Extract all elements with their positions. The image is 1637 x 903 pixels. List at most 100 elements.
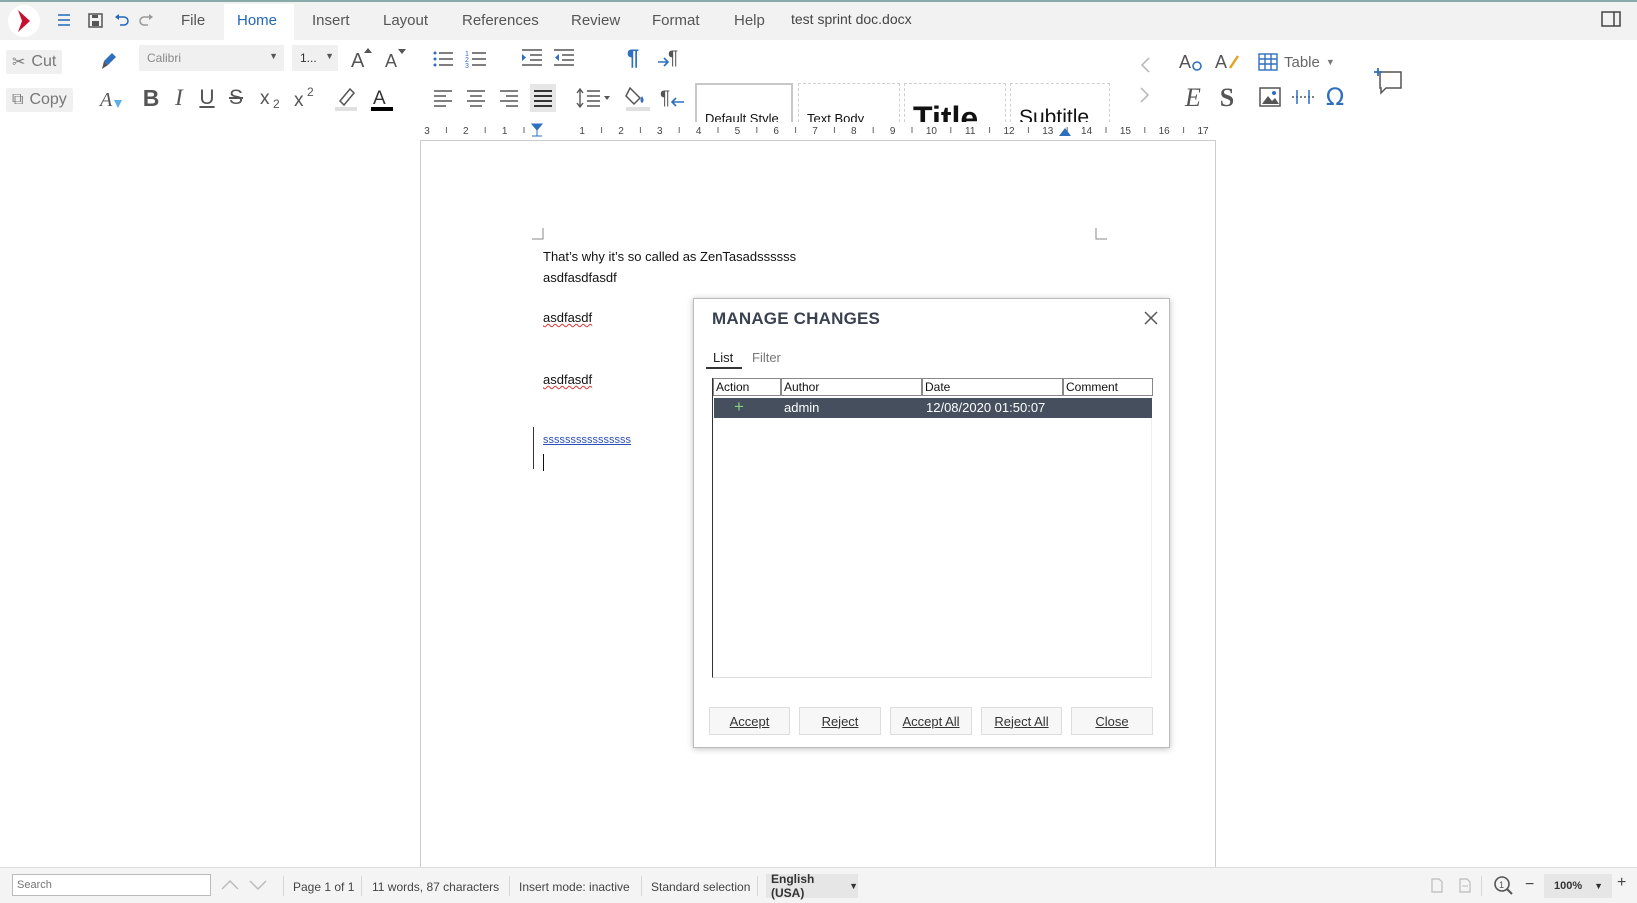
- document-paragraph-4[interactable]: asdfasdf: [543, 372, 592, 387]
- undo-icon[interactable]: [114, 13, 129, 27]
- column-header-action[interactable]: Action: [713, 378, 781, 396]
- font-size-select[interactable]: 1... ▼: [292, 45, 338, 71]
- hamburger-menu-icon[interactable]: [57, 13, 71, 27]
- svg-text:2: 2: [273, 97, 280, 110]
- insert-mode-status[interactable]: Insert mode: inactive: [519, 880, 630, 894]
- redo-icon[interactable]: [139, 13, 154, 27]
- selection-mode-status[interactable]: Standard selection: [651, 880, 750, 894]
- underline-icon[interactable]: U: [196, 85, 218, 111]
- document-paragraph-5-inserted[interactable]: ssssssssssssssss: [543, 434, 631, 446]
- svg-text:¶: ¶: [660, 88, 670, 109]
- emphasis-style-icon[interactable]: E: [1180, 83, 1206, 112]
- column-header-comment[interactable]: Comment: [1063, 378, 1153, 396]
- chevron-right-icon[interactable]: [1136, 84, 1154, 106]
- sidebar-toggle-icon[interactable]: [1601, 11, 1621, 27]
- tab-list[interactable]: List: [713, 350, 733, 365]
- menu-tab-file[interactable]: File: [181, 12, 205, 29]
- line-spacing-icon[interactable]: [576, 85, 612, 111]
- menu-tab-insert[interactable]: Insert: [312, 12, 350, 29]
- bold-icon[interactable]: B: [140, 85, 162, 111]
- reject-all-button[interactable]: Reject All: [981, 707, 1062, 735]
- ruler-tick-label: 16: [1159, 126, 1171, 137]
- special-character-icon[interactable]: Ω: [1322, 83, 1348, 111]
- document-paragraph-3[interactable]: asdfasdf: [543, 310, 592, 325]
- accept-button[interactable]: Accept: [709, 707, 790, 735]
- changes-table[interactable]: Action Author Date Comment + admin 12/08…: [712, 378, 1153, 678]
- ruler-tick-label: 12: [1003, 126, 1015, 137]
- document-paragraph-2[interactable]: asdfasdfasdf: [543, 270, 617, 285]
- column-header-date[interactable]: Date: [922, 378, 1063, 396]
- copy-button[interactable]: ⧉ Copy: [6, 88, 73, 112]
- single-page-view-icon[interactable]: [1431, 878, 1443, 893]
- tab-filter[interactable]: Filter: [752, 350, 781, 365]
- table-row[interactable]: + admin 12/08/2020 01:50:07: [714, 397, 1152, 418]
- accept-all-button[interactable]: Accept All: [890, 707, 972, 735]
- insert-field-icon[interactable]: [1290, 84, 1316, 110]
- increase-indent-icon[interactable]: [521, 46, 543, 68]
- styles-edit-icon[interactable]: A: [1178, 50, 1204, 74]
- clear-formatting-icon[interactable]: A: [98, 87, 124, 111]
- insert-table-button[interactable]: Table ▼: [1258, 50, 1338, 74]
- search-previous-icon[interactable]: [220, 878, 240, 892]
- zoom-select[interactable]: 100% ▼: [1544, 874, 1612, 898]
- superscript-icon[interactable]: x2: [292, 85, 320, 111]
- app-logo[interactable]: [4, 4, 40, 38]
- reject-button[interactable]: Reject: [799, 707, 881, 735]
- column-header-author[interactable]: Author: [781, 378, 922, 396]
- menu-tab-references[interactable]: References: [462, 12, 539, 29]
- strong-style-icon[interactable]: S: [1214, 83, 1240, 112]
- menu-tab-home[interactable]: Home: [237, 12, 277, 29]
- shrink-font-icon[interactable]: A: [384, 45, 408, 71]
- multi-page-view-icon[interactable]: [1459, 878, 1471, 893]
- insertion-action-icon: +: [734, 397, 744, 416]
- ruler-tick-label: 8: [851, 126, 857, 137]
- save-icon[interactable]: [88, 13, 103, 28]
- decrease-indent-icon[interactable]: [553, 46, 575, 68]
- manage-changes-dialog: MANAGE CHANGES List Filter Action Author…: [693, 298, 1170, 748]
- ruler-tick-label: 3: [424, 126, 430, 137]
- align-left-icon[interactable]: [432, 85, 454, 111]
- chevron-left-icon[interactable]: [1136, 54, 1154, 76]
- cut-button[interactable]: ✂ Cut: [6, 50, 63, 74]
- ruler-tick-label: 17: [1197, 126, 1209, 137]
- language-value: English (USA): [771, 872, 815, 900]
- paragraph-background-icon[interactable]: [624, 84, 654, 112]
- horizontal-ruler[interactable]: 3 2 1 1 2 3 4 5 6 7 8 9 10 11 12 13 14 15 16 17: [420, 122, 1216, 138]
- search-next-icon[interactable]: [248, 878, 268, 892]
- bullet-list-icon[interactable]: [432, 48, 454, 70]
- text-direction-ltr-icon[interactable]: ¶: [656, 45, 684, 71]
- menu-tab-help[interactable]: Help: [734, 12, 765, 29]
- close-icon[interactable]: [1142, 309, 1160, 327]
- svg-text:2: 2: [307, 86, 314, 99]
- paragraph-text: asdfasdf: [543, 310, 593, 325]
- zoom-out-icon[interactable]: −: [1525, 876, 1534, 894]
- search-input[interactable]: [12, 874, 211, 896]
- subscript-icon[interactable]: x2: [258, 85, 286, 111]
- align-center-icon[interactable]: [465, 85, 487, 111]
- font-color-icon[interactable]: A: [368, 85, 396, 113]
- align-right-icon[interactable]: [498, 85, 520, 111]
- clone-formatting-icon[interactable]: [98, 50, 120, 72]
- numbered-list-icon[interactable]: 123: [465, 48, 487, 70]
- menu-tab-format[interactable]: Format: [652, 12, 700, 29]
- menu-tab-review[interactable]: Review: [571, 12, 620, 29]
- font-name-select[interactable]: Calibri ▼: [139, 45, 284, 71]
- language-select[interactable]: English (USA) ▼: [766, 872, 858, 900]
- style-update-icon[interactable]: A: [1214, 50, 1240, 74]
- paragraph-text: ssssssssssssssss: [543, 434, 631, 446]
- close-button[interactable]: Close: [1071, 707, 1153, 735]
- strikethrough-icon[interactable]: S: [226, 85, 246, 111]
- separator: [641, 876, 642, 896]
- zoom-page-icon[interactable]: 1: [1493, 875, 1513, 895]
- zoom-in-icon[interactable]: +: [1617, 874, 1626, 892]
- insert-image-icon[interactable]: [1258, 84, 1282, 110]
- menu-tab-layout[interactable]: Layout: [383, 12, 428, 29]
- grow-font-icon[interactable]: A: [350, 45, 374, 71]
- italic-icon[interactable]: I: [170, 85, 188, 111]
- formatting-marks-icon[interactable]: ¶: [622, 45, 644, 71]
- text-direction-rtl-icon[interactable]: ¶: [658, 85, 686, 111]
- insert-comment-icon[interactable]: [1374, 66, 1404, 96]
- justify-icon[interactable]: [530, 84, 556, 112]
- highlight-color-icon[interactable]: [332, 85, 360, 113]
- document-paragraph-1[interactable]: That’s why it’s so called as ZenTasadsss…: [543, 249, 796, 264]
